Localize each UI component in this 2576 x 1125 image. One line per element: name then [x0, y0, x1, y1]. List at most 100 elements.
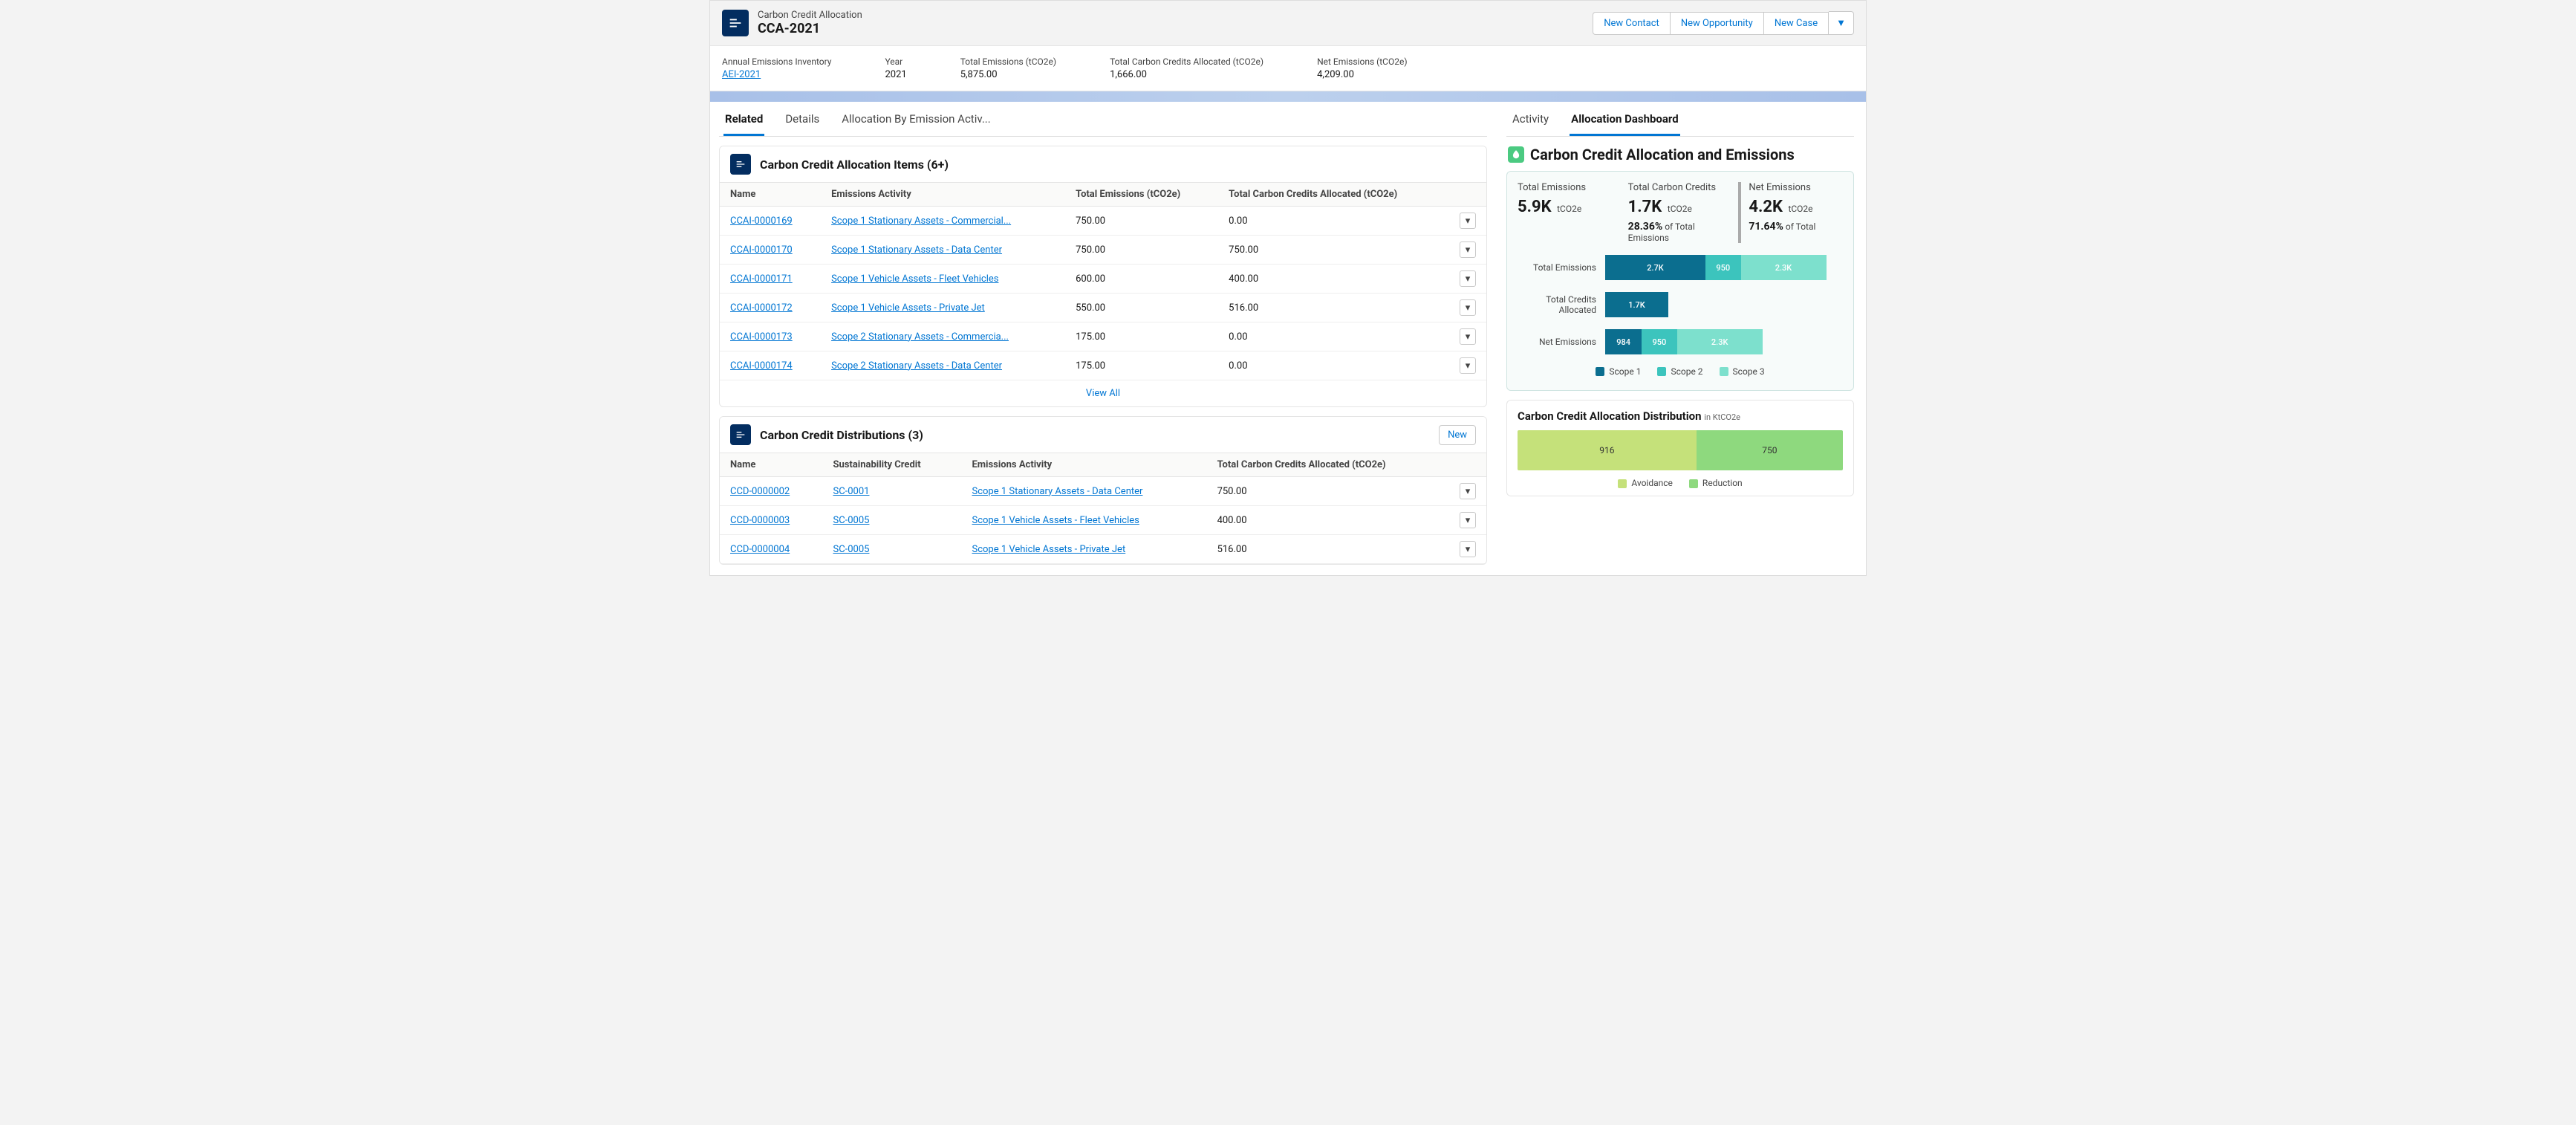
credits-value: 516.00	[1218, 294, 1449, 322]
credits-value: 750.00	[1218, 236, 1449, 265]
activity-link[interactable]: Scope 2 Stationary Assets - Commercia...	[831, 331, 1009, 343]
new-case-button[interactable]: New Case	[1764, 12, 1829, 35]
row-actions-button[interactable]: ▾	[1460, 512, 1476, 528]
row-actions-button[interactable]: ▾	[1460, 270, 1476, 287]
distributions-title: Carbon Credit Distributions (3)	[760, 428, 923, 442]
item-name-link[interactable]: CCAI-0000169	[730, 215, 793, 227]
item-name-link[interactable]: CCAI-0000171	[730, 273, 793, 285]
new-distribution-button[interactable]: New	[1439, 425, 1476, 445]
bar-category-label: Net Emissions	[1518, 337, 1605, 347]
summary-label: Annual Emissions Inventory	[722, 56, 831, 67]
distribution-legend: Avoidance Reduction	[1518, 478, 1843, 488]
more-actions-button[interactable]: ▼	[1829, 11, 1854, 35]
row-actions-button[interactable]: ▾	[1460, 241, 1476, 258]
total-value: 750.00	[1065, 236, 1218, 265]
record-type-label: Carbon Credit Allocation	[758, 10, 862, 21]
view-all-link[interactable]: View All	[1086, 388, 1120, 399]
bar-category-label: Total Credits Allocated	[1518, 294, 1605, 315]
distributions-table: Name Sustainability Credit Emissions Act…	[720, 453, 1486, 564]
table-row: CCAI-0000173 Scope 2 Stationary Assets - …	[720, 322, 1486, 351]
activity-link[interactable]: Scope 1 Stationary Assets - Commercial..…	[831, 215, 1011, 227]
dist-name-link[interactable]: CCD-0000004	[730, 544, 790, 555]
credits-value: 750.00	[1207, 477, 1449, 506]
activity-link[interactable]: Scope 1 Vehicle Assets - Private Jet	[972, 544, 1125, 555]
bar-segment: 1.7K	[1605, 292, 1668, 317]
tab-allocation-dashboard[interactable]: Allocation Dashboard	[1570, 112, 1680, 136]
bar-segment: 2.7K	[1605, 255, 1705, 280]
credit-link[interactable]: SC-0001	[833, 486, 869, 497]
bar-segment: 984	[1605, 329, 1642, 354]
col-activity[interactable]: Emissions Activity	[961, 453, 1206, 477]
dist-name-link[interactable]: CCD-0000002	[730, 486, 790, 497]
col-credit[interactable]: Sustainability Credit	[822, 453, 961, 477]
summary-value: 4,209.00	[1317, 69, 1407, 80]
row-actions-button[interactable]: ▾	[1460, 483, 1476, 499]
allocation-items-title: Carbon Credit Allocation Items (6+)	[760, 158, 949, 172]
row-actions-button[interactable]: ▾	[1460, 357, 1476, 374]
allocation-items-icon	[730, 154, 751, 175]
table-row: CCAI-0000169 Scope 1 Stationary Assets - …	[720, 207, 1486, 236]
col-name[interactable]: Name	[720, 453, 822, 477]
row-actions-button[interactable]: ▾	[1460, 328, 1476, 345]
table-row: CCAI-0000174 Scope 2 Stationary Assets - …	[720, 351, 1486, 380]
col-credits[interactable]: Total Carbon Credits Allocated (tCO2e)	[1207, 453, 1449, 477]
credit-link[interactable]: SC-0005	[833, 544, 869, 555]
kpi-total-credits: Total Carbon Credits 1.7K tCO2e 28.36% o…	[1628, 182, 1723, 243]
activity-link[interactable]: Scope 1 Stationary Assets - Data Center	[831, 244, 1002, 256]
item-name-link[interactable]: CCAI-0000172	[730, 302, 793, 314]
tab-details[interactable]: Details	[784, 112, 821, 136]
bar-segment: 950	[1705, 255, 1741, 280]
bar-segment: 2.3K	[1677, 329, 1763, 354]
tab-activity[interactable]: Activity	[1511, 112, 1550, 136]
summary-value: 5,875.00	[960, 69, 1056, 80]
bar-category-label: Total Emissions	[1518, 262, 1605, 273]
kpi-net-emissions: Net Emissions 4.2K tCO2e 71.64% of Total	[1738, 182, 1843, 243]
credit-link[interactable]: SC-0005	[833, 515, 869, 526]
row-actions-button[interactable]: ▾	[1460, 213, 1476, 229]
total-value: 750.00	[1065, 207, 1218, 236]
summary-label: Total Carbon Credits Allocated (tCO2e)	[1110, 56, 1263, 67]
distribution-segment: 750	[1697, 430, 1843, 470]
summary-value: 2021	[885, 69, 906, 80]
activity-link[interactable]: Scope 1 Stationary Assets - Data Center	[972, 486, 1142, 497]
total-value: 600.00	[1065, 265, 1218, 294]
table-row: CCD-0000004 SC-0005 Scope 1 Vehicle Assets…	[720, 535, 1486, 564]
leaf-icon	[1508, 146, 1524, 163]
summary-value[interactable]: AEI-2021	[722, 69, 831, 80]
decorative-divider	[710, 91, 1866, 102]
activity-link[interactable]: Scope 1 Vehicle Assets - Fleet Vehicles	[972, 515, 1139, 526]
item-name-link[interactable]: CCAI-0000170	[730, 244, 793, 256]
dashboard-title: Carbon Credit Allocation and Emissions	[1530, 146, 1795, 163]
activity-link[interactable]: Scope 1 Vehicle Assets - Fleet Vehicles	[831, 273, 998, 285]
col-name[interactable]: Name	[720, 183, 821, 207]
total-value: 550.00	[1065, 294, 1218, 322]
col-activity[interactable]: Emissions Activity	[821, 183, 1065, 207]
table-row: CCAI-0000171 Scope 1 Vehicle Assets - Fle…	[720, 265, 1486, 294]
summary-label: Net Emissions (tCO2e)	[1317, 56, 1407, 67]
page-header: Carbon Credit Allocation CCA-2021 New Co…	[710, 1, 1866, 46]
activity-link[interactable]: Scope 2 Stationary Assets - Data Center	[831, 360, 1002, 372]
new-opportunity-button[interactable]: New Opportunity	[1671, 12, 1764, 35]
total-value: 175.00	[1065, 351, 1218, 380]
summary-label: Total Emissions (tCO2e)	[960, 56, 1056, 67]
activity-link[interactable]: Scope 1 Vehicle Assets - Private Jet	[831, 302, 985, 314]
distribution-segment: 916	[1518, 430, 1697, 470]
table-row: CCD-0000003 SC-0005 Scope 1 Vehicle Assets…	[720, 506, 1486, 535]
item-name-link[interactable]: CCAI-0000173	[730, 331, 793, 343]
table-row: CCAI-0000170 Scope 1 Stationary Assets - …	[720, 236, 1486, 265]
col-credits[interactable]: Total Carbon Credits Allocated (tCO2e)	[1218, 183, 1449, 207]
tab-allocation-by-activity[interactable]: Allocation By Emission Activ...	[840, 112, 992, 136]
bar-segment: 2.3K	[1741, 255, 1827, 280]
scope-legend: Scope 1 Scope 2 Scope 3	[1518, 366, 1843, 377]
row-actions-button[interactable]: ▾	[1460, 541, 1476, 557]
row-actions-button[interactable]: ▾	[1460, 299, 1476, 316]
item-name-link[interactable]: CCAI-0000174	[730, 360, 793, 372]
distributions-icon	[730, 424, 751, 445]
new-contact-button[interactable]: New Contact	[1593, 12, 1671, 35]
credits-value: 0.00	[1218, 322, 1449, 351]
dist-name-link[interactable]: CCD-0000003	[730, 515, 790, 526]
total-value: 175.00	[1065, 322, 1218, 351]
credits-value: 516.00	[1207, 535, 1449, 564]
col-total[interactable]: Total Emissions (tCO2e)	[1065, 183, 1218, 207]
tab-related[interactable]: Related	[723, 112, 764, 136]
